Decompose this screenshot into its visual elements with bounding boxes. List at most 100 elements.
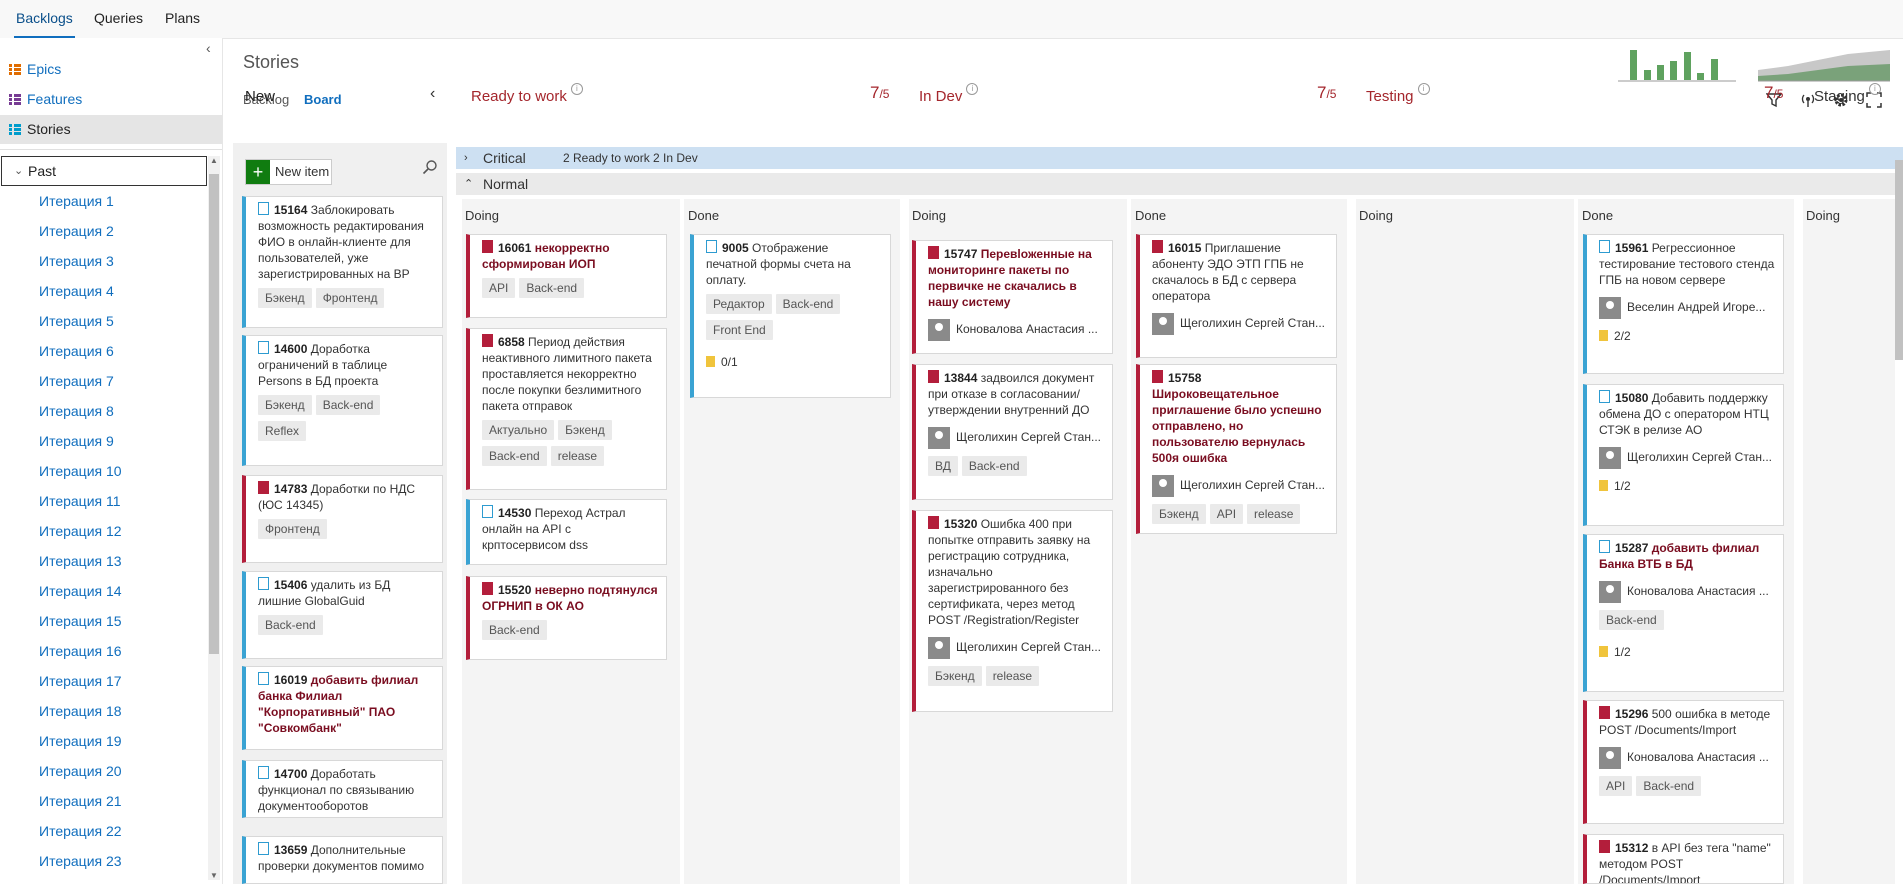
iteration-item[interactable]: Итерация 19	[39, 726, 122, 756]
subtab-board[interactable]: Board	[304, 92, 342, 107]
tab-queries[interactable]: Queries	[92, 0, 145, 36]
tag[interactable]: Back-end	[258, 615, 323, 635]
scrollbar[interactable]: ▲ ▼	[208, 156, 220, 880]
work-item-card[interactable]: 15080 Добавить поддержку обмена ДО с опе…	[1583, 384, 1784, 526]
tag[interactable]: ВД	[928, 456, 958, 476]
level-stories[interactable]: Stories	[0, 115, 222, 144]
work-item-card[interactable]: 15296 500 ошибка в методе POST /Document…	[1583, 700, 1784, 824]
assigned-to[interactable]: Щеголихин Сергей Стан...	[928, 636, 1104, 660]
tag[interactable]: Бэкенд	[258, 395, 312, 415]
work-item-card[interactable]: 15520 неверно подтянулся ОГРНИП в ОК АО B…	[466, 576, 667, 660]
iteration-item[interactable]: Итерация 6	[39, 336, 114, 366]
work-item-card[interactable]: 15320 Ошибка 400 при попытке отправить з…	[912, 510, 1113, 712]
tag[interactable]: release	[985, 666, 1040, 686]
tag[interactable]: Back-end	[1599, 610, 1664, 630]
work-item-title[interactable]: Широковещательное приглашение было успеш…	[1152, 387, 1322, 465]
level-epics[interactable]: Epics	[0, 55, 222, 84]
checklist-progress[interactable]: 0/1	[706, 354, 882, 370]
tag[interactable]: Актуально	[482, 420, 555, 440]
tag[interactable]: Back-end	[961, 456, 1027, 476]
iteration-item[interactable]: Итерация 16	[39, 636, 122, 666]
tag[interactable]: Back-end	[775, 294, 841, 314]
tag[interactable]: API	[482, 278, 516, 298]
tag[interactable]: Бэкенд	[1152, 504, 1206, 524]
info-icon[interactable]: i	[1868, 83, 1881, 95]
scroll-up-icon[interactable]: ▲	[210, 156, 218, 165]
work-item-card[interactable]: 14700 Доработать функционал по связывани…	[242, 760, 443, 818]
scrollbar-thumb[interactable]	[209, 174, 219, 654]
assigned-to[interactable]: Щеголихин Сергей Стан...	[1152, 474, 1328, 498]
tab-plans[interactable]: Plans	[163, 0, 202, 36]
assigned-to[interactable]: Щеголихин Сергей Стан...	[1599, 446, 1775, 470]
tag[interactable]: Back-end	[482, 620, 547, 640]
work-item-card[interactable]: 6858 Период действия неактивного лимитно…	[466, 328, 667, 490]
iteration-item[interactable]: Итерация 12	[39, 516, 122, 546]
new-item-button[interactable]: + New item	[245, 159, 332, 185]
work-item-card[interactable]: 15961 Регрессионное тестирование тестово…	[1583, 234, 1784, 374]
iteration-item[interactable]: Итерация 20	[39, 756, 122, 786]
collapse-pane-icon[interactable]: ‹	[206, 40, 211, 56]
iteration-item[interactable]: Итерация 5	[39, 306, 114, 336]
work-item-title[interactable]: Ошибка 400 при попытке отправить заявку …	[928, 517, 1090, 627]
checklist-progress[interactable]: 1/2	[1599, 644, 1775, 660]
work-item-card[interactable]: 16061 некорректно сформирован ИОП API Back…	[466, 234, 667, 318]
work-item-card[interactable]: 15747 Перевloженные на мониторинге пакет…	[912, 240, 1113, 354]
collapse-column-icon[interactable]: ‹	[430, 85, 435, 103]
iteration-item[interactable]: Итерация 10	[39, 456, 122, 486]
tag[interactable]: API	[1209, 504, 1244, 524]
tag[interactable]: Reflex	[258, 421, 307, 441]
work-item-card[interactable]: 16019 добавить филиал банка Филиал "Корп…	[242, 666, 443, 750]
iteration-item[interactable]: Итерация 2	[39, 216, 114, 246]
work-item-card[interactable]: 14600 Доработка ограничений в таблице Pe…	[242, 335, 443, 466]
tag[interactable]: Бэкенд	[558, 420, 612, 440]
board-scrollbar[interactable]	[1895, 160, 1903, 360]
swimlane-critical[interactable]: › Critical 2 Ready to work 2 In Dev	[456, 147, 1903, 169]
work-item-card[interactable]: 15164 Заблокировать возможность редактир…	[242, 196, 443, 328]
iteration-item[interactable]: Итерация 15	[39, 606, 122, 636]
level-features[interactable]: Features	[0, 85, 222, 114]
iteration-item[interactable]: Итерация 1	[39, 186, 114, 216]
search-icon[interactable]	[422, 159, 438, 178]
iteration-item[interactable]: Итерация 7	[39, 366, 114, 396]
velocity-chart[interactable]	[1618, 48, 1736, 82]
work-item-card[interactable]: 15287 добавить филиал Банка ВТБ в БД Коно…	[1583, 534, 1784, 692]
tag[interactable]: Фронтенд	[258, 519, 327, 539]
iteration-item[interactable]: Итерация 18	[39, 696, 122, 726]
tag[interactable]: release	[550, 446, 605, 466]
work-item-card[interactable]: 15758 Широковещательное приглашение было…	[1136, 364, 1337, 534]
tag[interactable]: Бэкенд	[258, 288, 312, 308]
iteration-item[interactable]: Итерация 13	[39, 546, 122, 576]
work-item-card[interactable]: 14783 Доработки по НДС (ЮС 14345) Фронтен…	[242, 475, 443, 563]
tree-root-past[interactable]: ⌄ Past	[1, 156, 207, 186]
assigned-to[interactable]: Коновалова Анастасия ...	[928, 318, 1104, 342]
iteration-item[interactable]: Итерация 23	[39, 846, 122, 876]
info-icon[interactable]: i	[966, 83, 979, 95]
info-icon[interactable]: i	[1417, 83, 1430, 95]
iteration-item[interactable]: Итерация 22	[39, 816, 122, 846]
checklist-progress[interactable]: 2/2	[1599, 328, 1775, 344]
iteration-item[interactable]: Итерация 11	[39, 486, 121, 516]
assigned-to[interactable]: Веселин Андрей Игоре...	[1599, 296, 1775, 320]
work-item-card[interactable]: 13844 задвоился документ при отказе в со…	[912, 364, 1113, 500]
swimlane-normal[interactable]: ⌃ Normal	[456, 173, 1903, 195]
tag[interactable]: Back-end	[315, 395, 381, 415]
tag[interactable]: Back-end	[1636, 776, 1702, 796]
work-item-card[interactable]: 15312 в API без тега "name" методом POST…	[1583, 834, 1784, 884]
iteration-item[interactable]: Итерация 14	[39, 576, 122, 606]
tag[interactable]: Back-end	[482, 446, 547, 466]
tag[interactable]: Back-end	[519, 278, 585, 298]
scroll-down-icon[interactable]: ▼	[210, 871, 218, 880]
tag[interactable]: API	[1599, 776, 1633, 796]
tag[interactable]: release	[1247, 504, 1301, 524]
assigned-to[interactable]: Щеголихин Сергей Стан...	[1152, 312, 1328, 336]
assigned-to[interactable]: Коновалова Анастасия ...	[1599, 746, 1775, 770]
work-item-card[interactable]: 9005 Отображение печатной формы счета на…	[690, 234, 891, 398]
work-item-card[interactable]: 14530 Переход Астрал онлайн на API с крп…	[466, 499, 667, 565]
info-icon[interactable]: i	[570, 83, 583, 95]
tag[interactable]: Редактор	[706, 294, 772, 314]
tag[interactable]: Фронтенд	[315, 288, 385, 308]
work-item-card[interactable]: 13659 Дополнительные проверки документов…	[242, 836, 443, 884]
iteration-item[interactable]: Итерация 9	[39, 426, 114, 456]
iteration-item[interactable]: Итерация 8	[39, 396, 114, 426]
iteration-item[interactable]: Итерация 21	[39, 786, 122, 816]
